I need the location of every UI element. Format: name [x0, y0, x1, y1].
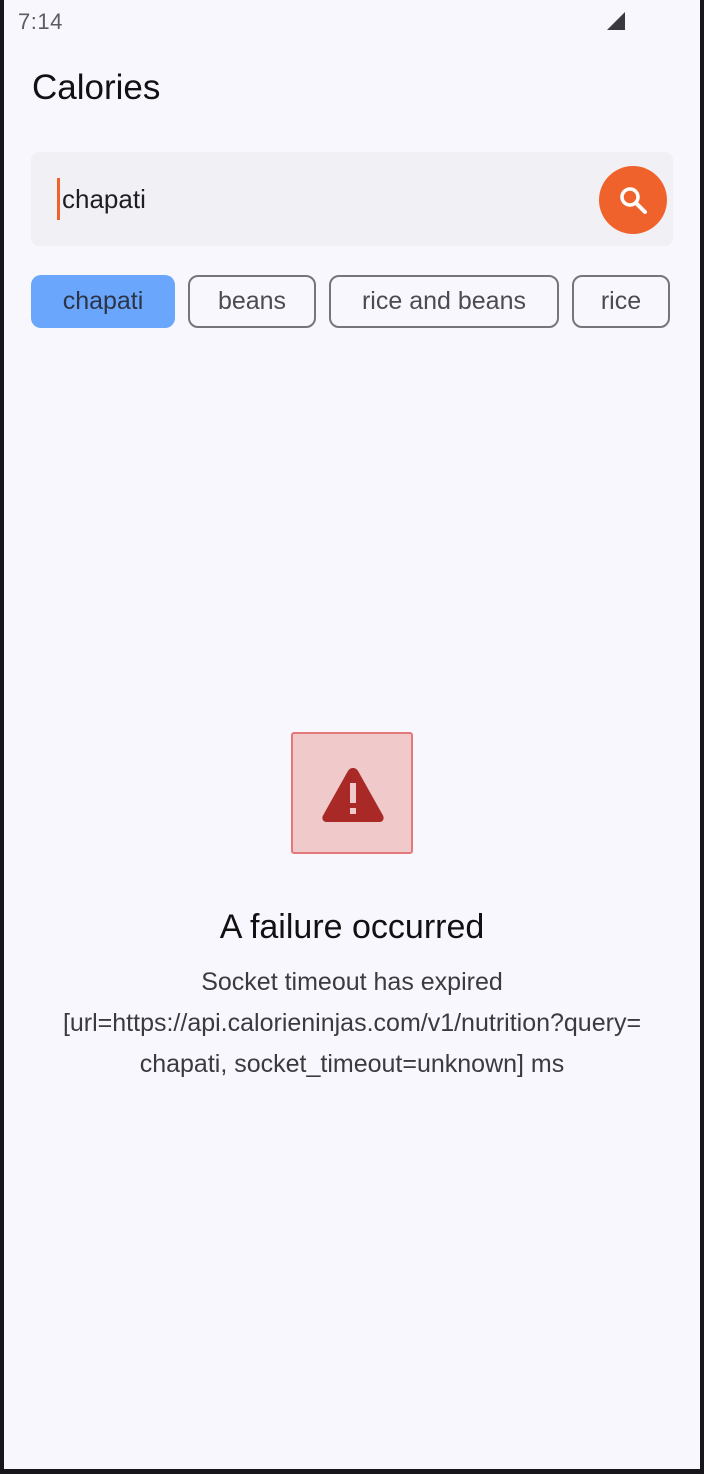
search-button[interactable]: [599, 166, 667, 234]
error-icon-container: [291, 732, 413, 854]
error-title: A failure occurred: [219, 908, 485, 946]
status-bar: 7:14: [4, 0, 700, 44]
status-time: 7:14: [18, 9, 63, 34]
chip-rice[interactable]: rice: [572, 275, 670, 328]
search-input[interactable]: [57, 178, 582, 220]
error-message-line: chapati, socket_timeout=unknown] ms: [139, 1050, 565, 1078]
page-title: Calories: [32, 68, 161, 107]
error-message: Socket timeout has expired [url=https://…: [30, 962, 674, 1085]
search-bar: [31, 152, 673, 246]
chip-label: rice: [600, 287, 642, 315]
app-screen: 7:14 Calories chapati beans rice and bea…: [4, 0, 700, 1469]
chip-chapati[interactable]: chapati: [31, 275, 175, 328]
warning-icon: [322, 768, 384, 822]
chip-beans[interactable]: beans: [188, 275, 316, 328]
error-message-line: Socket timeout has expired: [201, 968, 503, 996]
chip-rice-and-beans[interactable]: rice and beans: [329, 275, 559, 328]
error-message-line: [url=https://api.calorieninjas.com/v1/nu…: [62, 1009, 642, 1037]
chip-label: rice and beans: [361, 287, 526, 315]
chip-label: beans: [217, 287, 287, 315]
search-icon: [620, 187, 647, 214]
cell-signal-icon: [607, 12, 625, 30]
chip-label: chapati: [62, 287, 144, 315]
